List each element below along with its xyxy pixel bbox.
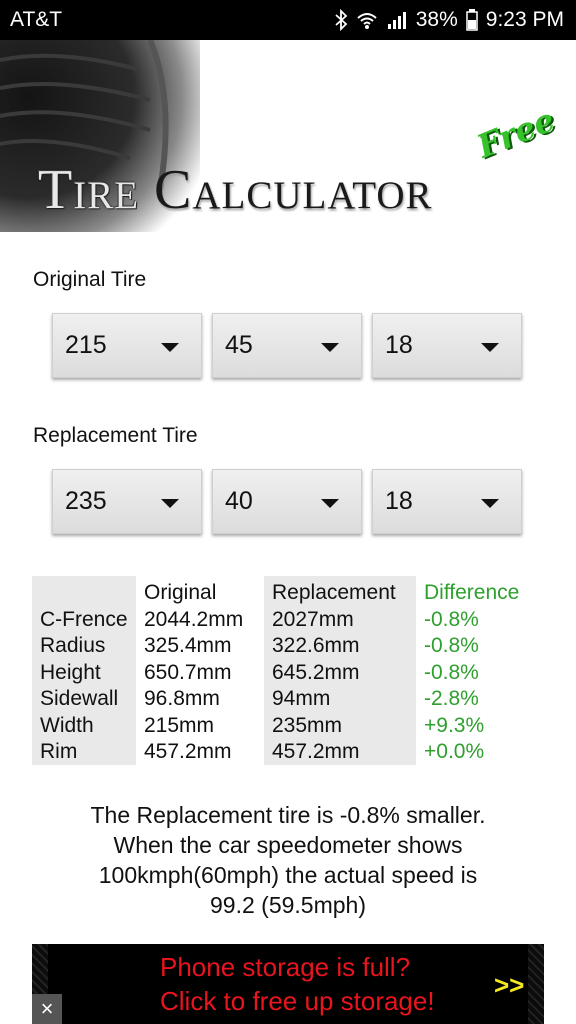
table-cell-difference: -2.8%: [424, 687, 479, 710]
replacement-rim-value: 18: [385, 487, 413, 515]
dropdown-arrow-icon: [161, 343, 179, 352]
table-cell: 215mm: [144, 713, 215, 737]
table-row-label: Sidewall: [40, 687, 119, 710]
original-width-value: 215: [65, 331, 107, 359]
table-cell-difference: -0.8%: [424, 634, 479, 657]
original-width-select[interactable]: 215: [52, 313, 202, 378]
table-cell: 457.2mm: [272, 740, 360, 763]
table-row-label: C-Frence: [40, 607, 128, 631]
ad-banner[interactable]: Phone storage is full? Click to free up …: [32, 944, 544, 1024]
replacement-tire-label: Replacement Tire: [33, 424, 198, 447]
summary-line: The Replacement tire is -0.8% smaller.: [90, 802, 486, 828]
dropdown-arrow-icon: [161, 499, 179, 508]
table-row-label: Rim: [40, 740, 78, 763]
comparison-table: C-Frence Radius Height Sidewall Width Ri…: [32, 576, 544, 765]
battery-icon: [466, 9, 478, 31]
table-cell: 322.6mm: [272, 634, 360, 657]
signal-icon: [387, 12, 406, 29]
replacement-width-select[interactable]: 235: [52, 469, 202, 534]
replacement-width-value: 235: [65, 487, 107, 515]
wifi-icon: [357, 13, 377, 29]
table-header-cell: Difference: [424, 581, 520, 604]
table-cell: 94mm: [272, 687, 331, 710]
replacement-aspect-select[interactable]: 40: [212, 469, 362, 534]
ad-close-icon[interactable]: ×: [32, 994, 62, 1024]
table-cell: 96.8mm: [144, 687, 220, 710]
free-badge: Free: [471, 100, 560, 166]
ad-headline[interactable]: Phone storage is full?: [160, 952, 410, 983]
table-cell-difference: +9.3%: [424, 713, 485, 737]
dropdown-arrow-icon: [481, 343, 499, 352]
ad-content[interactable]: Phone storage is full? Click to free up …: [48, 944, 528, 1024]
logo-word-calculator: Calculator: [154, 159, 433, 221]
original-rim-value: 18: [385, 331, 413, 359]
table-cell-difference: -0.8%: [424, 607, 479, 631]
status-bar: AT&T 38% 9:23 PM: [0, 0, 576, 40]
dropdown-arrow-icon: [321, 343, 339, 352]
table-row-label: Height: [40, 660, 101, 684]
table-row-label: Radius: [40, 634, 106, 657]
summary-line: When the car speedometer shows: [113, 832, 463, 858]
status-icons: 38% 9:23 PM: [334, 8, 564, 32]
clock: 9:23 PM: [485, 8, 564, 31]
table-cell: 2044.2mm: [144, 607, 244, 631]
replacement-aspect-value: 40: [225, 487, 253, 515]
table-cell: 645.2mm: [272, 660, 360, 684]
ad-arrow-icon[interactable]: >>: [494, 970, 524, 1001]
original-aspect-select[interactable]: 45: [212, 313, 362, 378]
summary-line: 100kmph(60mph) the actual speed is: [98, 862, 478, 888]
summary-line: 99.2 (59.5mph): [210, 892, 366, 918]
table-cell: 2027mm: [272, 607, 354, 631]
table-header-cell: Replacement: [272, 581, 396, 604]
ad-call-to-action[interactable]: Click to free up storage!: [160, 986, 435, 1017]
table-cell-difference: -0.8%: [424, 660, 479, 684]
original-rim-select[interactable]: 18: [372, 313, 522, 378]
table-col-names: C-Frence Radius Height Sidewall Width Ri…: [32, 576, 136, 765]
table-row-label: Width: [40, 713, 94, 737]
table-header-cell: Original: [144, 581, 217, 604]
original-aspect-value: 45: [225, 331, 253, 359]
table-cell: 325.4mm: [144, 634, 232, 657]
table-cell-difference: +0.0%: [424, 740, 485, 763]
app-header: Free Tire Calculator: [0, 40, 576, 232]
table-header-cell: [32, 580, 136, 607]
dropdown-arrow-icon: [321, 499, 339, 508]
carrier-label: AT&T: [10, 8, 63, 31]
original-tire-label: Original Tire: [33, 268, 147, 291]
result-summary: The Replacement tire is -0.8% smaller. W…: [40, 800, 536, 920]
bluetooth-icon: [335, 9, 348, 31]
replacement-rim-select[interactable]: 18: [372, 469, 522, 534]
battery-percent: 38%: [415, 8, 458, 31]
table-col-difference: Difference -0.8% -0.8% -0.8% -2.8% +9.3%…: [416, 576, 544, 765]
table-col-original: Original 2044.2mm 325.4mm 650.7mm 96.8mm…: [136, 576, 264, 765]
dropdown-arrow-icon: [481, 499, 499, 508]
logo-word-tire: Tire: [38, 159, 140, 221]
app-logo-title: Tire Calculator: [38, 158, 568, 228]
table-col-replacement: Replacement 2027mm 322.6mm 645.2mm 94mm …: [264, 576, 416, 765]
table-cell: 235mm: [272, 713, 343, 737]
table-cell: 650.7mm: [144, 660, 232, 684]
table-cell: 457.2mm: [144, 740, 232, 763]
